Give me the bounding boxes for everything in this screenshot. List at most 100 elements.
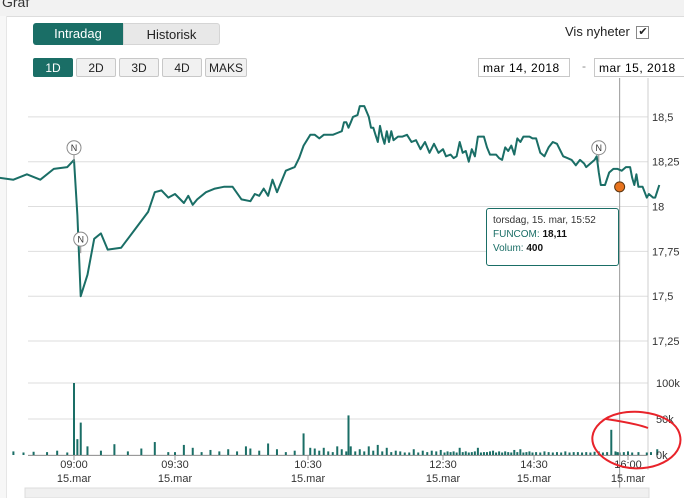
- volume-bar: [627, 451, 629, 455]
- x-tick-sublabel: 15.mar: [158, 473, 193, 485]
- volume-bar: [519, 449, 522, 455]
- volume-bar: [501, 452, 504, 455]
- y-tick-label: 17,25: [652, 336, 680, 348]
- volume-bar: [258, 450, 261, 455]
- volume-bar: [302, 433, 305, 455]
- volume-bar: [513, 449, 516, 455]
- volume-bar: [66, 452, 69, 455]
- volume-bar: [610, 429, 613, 455]
- x-tick-label: 09:30: [161, 459, 189, 471]
- tooltip-price-label: FUNCOM: [493, 229, 537, 240]
- volume-bar: [572, 452, 575, 455]
- volume-bar: [46, 452, 49, 455]
- x-tick-sublabel: 15.mar: [611, 473, 646, 485]
- volume-bar: [56, 450, 59, 455]
- volume-bar: [485, 452, 488, 455]
- volume-bar: [470, 452, 473, 455]
- volume-bar: [358, 449, 361, 455]
- volume-bar: [504, 451, 507, 455]
- volume-bar: [543, 451, 546, 455]
- y-tick-label: 18,25: [652, 157, 680, 169]
- volume-bar: [489, 451, 492, 455]
- volume-bar: [327, 451, 330, 455]
- volume-bar: [622, 452, 625, 455]
- y-tick-label: 18: [652, 202, 664, 214]
- volume-bar: [140, 448, 143, 455]
- tooltip-volume-value: 400: [526, 243, 544, 254]
- x-tick-label: 10:30: [294, 459, 322, 471]
- volume-bar: [376, 444, 379, 455]
- volume-bar: [593, 451, 596, 455]
- volume-bar: [449, 452, 452, 455]
- x-tick-sublabel: 15.mar: [291, 473, 326, 485]
- volume-bar: [372, 450, 375, 455]
- volume-bar: [174, 452, 176, 455]
- highlight-point: [614, 181, 626, 193]
- volume-bar: [443, 452, 446, 455]
- volume-bar: [564, 451, 567, 455]
- volume-bar: [539, 452, 542, 455]
- volume-tick-label: 100k: [656, 378, 680, 390]
- volume-bar: [568, 452, 571, 455]
- volume-bar: [601, 452, 604, 455]
- volume-bar: [200, 452, 203, 455]
- scrollbar-track: [24, 487, 650, 498]
- volume-bar: [209, 449, 212, 455]
- volume-bar: [403, 452, 406, 455]
- volume-bar: [473, 451, 476, 455]
- x-tick-sublabel: 15.mar: [57, 473, 92, 485]
- volume-bar: [547, 452, 550, 455]
- volume-bar: [476, 447, 479, 455]
- volume-bar: [399, 451, 402, 455]
- x-tick-label: 12:30: [429, 459, 457, 471]
- volume-bar: [649, 452, 652, 455]
- x-tick-sublabel: 15.mar: [517, 473, 552, 485]
- y-axis-labels: 18,5 18,25 18 17,75 17,5 17,25: [652, 112, 680, 348]
- volume-bar: [394, 450, 397, 455]
- volume-bar: [191, 447, 194, 455]
- volume-bar: [461, 452, 464, 455]
- volume-bar: [589, 452, 592, 455]
- volume-bar: [560, 452, 563, 455]
- volume-bar: [284, 452, 287, 455]
- volume-bar: [73, 383, 75, 455]
- volume-bar: [347, 415, 350, 455]
- volume-bar: [581, 452, 584, 455]
- volume-bar: [467, 452, 470, 455]
- volume-bar: [76, 439, 79, 455]
- volume-bar: [525, 452, 528, 455]
- volume-bar: [492, 450, 495, 455]
- volume-bar: [345, 451, 348, 455]
- news-marker-label: N: [77, 235, 84, 245]
- price-line: [0, 105, 661, 298]
- tooltip-datetime: torsdag, 15. mar, 15:52: [493, 215, 596, 226]
- volume-bar: [367, 446, 370, 455]
- volume-bar: [631, 452, 634, 455]
- volume-bar: [22, 452, 25, 455]
- volume-bar: [585, 452, 588, 455]
- volume-bar: [551, 452, 554, 455]
- volume-bar: [309, 447, 312, 455]
- volume-bar: [340, 449, 343, 455]
- volume-bar: [99, 450, 102, 455]
- volume-bar: [528, 451, 531, 455]
- tooltip-volume-label: Volum: [493, 243, 521, 254]
- volume-bar: [167, 452, 170, 455]
- volume-bar: [464, 451, 467, 455]
- volume-bar: [318, 450, 321, 455]
- x-tick-label: 09:00: [60, 459, 88, 471]
- volume-bar: [576, 452, 579, 455]
- volume-bar: [249, 448, 252, 455]
- volume-bar: [381, 451, 384, 455]
- volume-bar: [645, 452, 648, 455]
- volume-bar: [390, 452, 393, 455]
- tooltip-volume-row: Volum: 400: [493, 243, 544, 254]
- volume-bar: [32, 451, 35, 455]
- volume-bar: [354, 451, 357, 455]
- volume-bar: [86, 446, 89, 455]
- volume-bar: [452, 451, 455, 455]
- news-marker-label: N: [71, 143, 78, 153]
- volume-bar: [244, 446, 247, 455]
- volume-bar: [12, 451, 15, 455]
- x-axis-labels: 09:00 15.mar 09:30 15.mar 10:30 15.mar 12:30 15…: [57, 459, 646, 485]
